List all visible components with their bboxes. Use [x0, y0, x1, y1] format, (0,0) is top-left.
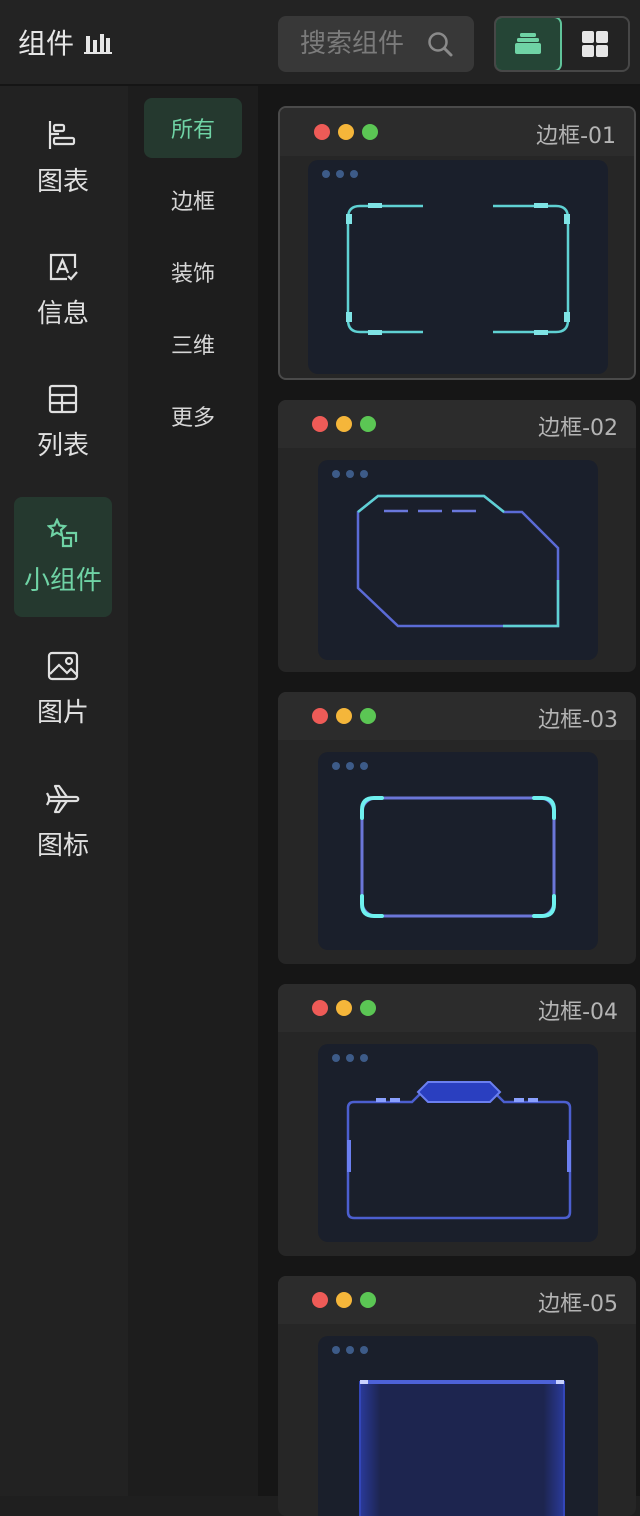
card-title: 边框-01	[536, 124, 616, 149]
info-text-icon	[49, 253, 78, 281]
app-title: 组件	[18, 22, 113, 62]
component-card[interactable]: 边框-03	[278, 692, 636, 964]
card-preview	[318, 752, 598, 950]
stack-view-button[interactable]	[496, 18, 562, 70]
card-header: 边框-05	[278, 1276, 636, 1324]
nav-item-table[interactable]: 列表	[14, 362, 112, 482]
nav-item-chart[interactable]: 图表	[14, 98, 112, 218]
filter-sidebar: 所有 边框 装饰 三维 更多	[128, 86, 258, 1496]
card-header: 边框-04	[278, 984, 636, 1032]
nav-label-image: 图片	[36, 697, 89, 728]
card-header: 边框-03	[278, 692, 636, 740]
component-card[interactable]: 边框-04	[278, 984, 636, 1256]
component-card[interactable]: 边框-05	[278, 1276, 636, 1516]
nav-label-info: 信息	[36, 298, 89, 329]
nav-item-info[interactable]: 信息	[14, 230, 112, 350]
search-box[interactable]	[278, 16, 474, 72]
card-preview	[318, 460, 598, 660]
component-card[interactable]: 边框-01	[278, 106, 636, 380]
filter-more[interactable]: 更多	[144, 386, 242, 446]
image-icon	[47, 651, 79, 680]
plane-icon	[46, 784, 80, 813]
filter-decoration[interactable]: 装饰	[144, 242, 242, 302]
view-toggle	[494, 16, 630, 72]
filter-border[interactable]: 边框	[144, 170, 242, 230]
card-header: 边框-02	[278, 400, 636, 448]
widget-icon	[47, 517, 78, 547]
grid-view-button[interactable]	[562, 18, 628, 70]
category-sidebar: 图表 信息 列表 小组件 图片 图标	[0, 86, 128, 1496]
header-bar: 组件	[0, 0, 640, 86]
nav-item-widget[interactable]: 小组件	[14, 497, 112, 617]
bar-chart-icon	[84, 30, 113, 54]
card-preview	[318, 1044, 598, 1242]
card-preview	[308, 160, 608, 374]
nav-label-table: 列表	[36, 430, 89, 461]
search-input[interactable]	[298, 28, 432, 60]
stack-icon	[515, 33, 541, 54]
component-card[interactable]: 边框-02	[278, 400, 636, 672]
search-icon[interactable]	[426, 30, 454, 62]
chart-icon	[48, 120, 76, 149]
window-dots	[314, 124, 378, 140]
filter-all[interactable]: 所有	[144, 98, 242, 158]
card-header: 边框-01	[280, 108, 634, 156]
nav-label-icon: 图标	[36, 830, 89, 861]
table-icon	[48, 384, 78, 413]
nav-item-image[interactable]: 图片	[14, 629, 112, 749]
nav-item-icon[interactable]: 图标	[14, 762, 112, 882]
nav-label-chart: 图表	[36, 166, 89, 197]
card-title: 边框-02	[538, 416, 618, 441]
component-list: 边框-01 边框-02 边框-03 边框-04 边框-05	[258, 86, 640, 1516]
card-title: 边框-03	[538, 708, 618, 733]
app-title-text: 组件	[18, 27, 75, 60]
card-title: 边框-04	[538, 1000, 618, 1025]
nav-label-widget: 小组件	[23, 565, 102, 596]
card-preview	[318, 1336, 598, 1516]
card-title: 边框-05	[538, 1292, 618, 1317]
filter-3d[interactable]: 三维	[144, 314, 242, 374]
grid-icon	[582, 31, 608, 57]
